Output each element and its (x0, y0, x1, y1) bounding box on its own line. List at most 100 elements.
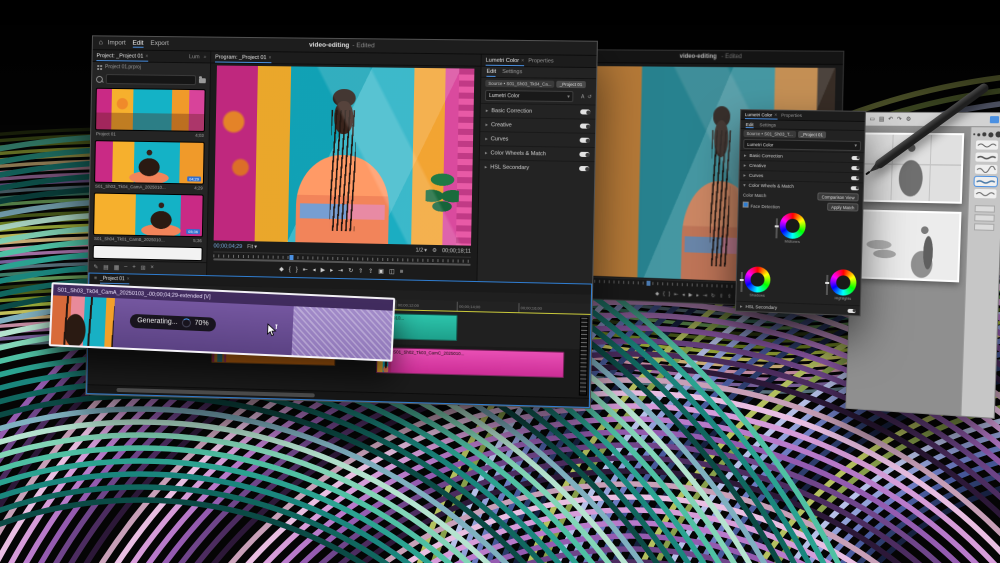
mark-out-icon[interactable]: } (296, 267, 298, 273)
color-wheel[interactable] (779, 212, 806, 239)
bin-item-partial[interactable] (93, 245, 203, 261)
color-wheel[interactable] (744, 266, 770, 293)
section-toggle[interactable] (851, 176, 859, 180)
tab-properties[interactable]: Properties (781, 111, 802, 120)
project-chip[interactable]: _Project 01 (798, 131, 826, 138)
tab-properties[interactable]: Properties (528, 55, 554, 66)
tab-lumetri-color[interactable]: Lumetri Color× (745, 110, 777, 119)
playhead[interactable] (647, 281, 651, 286)
tab-lumetri-overflow[interactable]: Lum (189, 54, 200, 60)
delete-icon[interactable]: × (150, 265, 154, 271)
wheel-slider[interactable] (826, 274, 829, 294)
mark-out-icon[interactable]: } (669, 292, 671, 298)
source-chip[interactable]: Source • S01_Sh03_Tk04_Ca... (485, 80, 554, 88)
close-icon[interactable]: × (268, 55, 271, 61)
source-chip[interactable]: Source • S01_Sh03_T... (743, 130, 795, 138)
search-input[interactable] (106, 74, 196, 85)
storyboard-frame-1[interactable] (859, 132, 964, 203)
extract-icon[interactable]: ⇪ (368, 268, 373, 275)
layers-icon[interactable]: ▤ (879, 116, 885, 123)
mark-in-icon[interactable]: { (289, 266, 291, 272)
monitor-settings-icon[interactable]: ⚙ (432, 248, 437, 254)
playback-resolution-dropdown[interactable]: 1/2▾ (415, 248, 427, 254)
button-editor-icon[interactable]: ≡ (400, 269, 404, 275)
section-toggle[interactable] (580, 124, 590, 129)
storyboard-frame-2[interactable] (856, 209, 961, 282)
brush-preset-5[interactable] (974, 189, 997, 199)
brush-size-dots[interactable] (973, 131, 1000, 137)
zoom-out-icon[interactable]: – (124, 264, 127, 270)
lumetri-preset-dropdown[interactable]: Lumetri Color ▾ (485, 90, 574, 102)
tab-sequence[interactable]: _Project 01 × (100, 274, 130, 285)
face-detection-checkbox[interactable]: Face Detection (743, 201, 780, 209)
comparison-view-button[interactable]: Comparison View (818, 192, 859, 201)
play-icon[interactable]: ▶ (689, 292, 693, 298)
lift-icon[interactable]: ⇧ (719, 293, 723, 299)
brush-preset-2[interactable] (975, 152, 998, 161)
brush-preset-1[interactable] (976, 140, 999, 149)
loop-icon[interactable]: ↻ (711, 293, 715, 299)
close-icon[interactable]: × (127, 276, 130, 282)
brush-options[interactable] (974, 205, 995, 231)
menu-edit[interactable]: Edit (132, 39, 143, 47)
reset-icon[interactable]: ↺ (587, 94, 591, 100)
wheel-slider[interactable] (775, 218, 778, 238)
section-toggle[interactable] (579, 166, 589, 171)
share-button[interactable] (990, 116, 999, 123)
redo-icon[interactable]: ↷ (897, 116, 902, 123)
folder-icon[interactable] (199, 78, 206, 83)
panel-menu-icon[interactable]: ≡ (94, 276, 97, 282)
tab-project[interactable]: Project: _Project 01 × (96, 50, 148, 61)
loop-icon[interactable]: ↻ (348, 267, 353, 274)
tab-edit[interactable]: Edit (746, 120, 754, 128)
new-bin-icon[interactable]: ⊞ (141, 264, 146, 271)
eraser-tool-icon[interactable]: ▭ (869, 116, 875, 123)
step-forward-icon[interactable]: ▸ (330, 267, 333, 274)
home-icon[interactable]: ⌂ (99, 39, 103, 46)
menu-export[interactable]: Export (150, 39, 169, 47)
lift-icon[interactable]: ⇧ (358, 267, 363, 274)
list-view-icon[interactable]: ▤ (103, 263, 109, 270)
zoom-level-dropdown[interactable]: Fit▾ (247, 244, 257, 250)
go-to-out-icon[interactable]: ⇥ (338, 267, 343, 274)
section-toggle[interactable] (851, 166, 859, 170)
close-icon[interactable]: × (774, 112, 777, 118)
comparison-view-icon[interactable]: ◫ (389, 268, 395, 275)
add-marker-icon[interactable]: ◆ (655, 291, 659, 297)
export-frame-icon[interactable]: ▣ (378, 268, 384, 275)
color-wheel[interactable] (830, 269, 857, 296)
mark-in-icon[interactable]: { (663, 291, 665, 297)
extract-icon[interactable]: ⇪ (727, 294, 731, 300)
section-toggle[interactable] (580, 138, 590, 143)
go-to-in-icon[interactable]: ⇤ (674, 292, 678, 298)
step-back-icon[interactable]: ◂ (313, 266, 316, 273)
bin-breadcrumb[interactable]: Project 01.prproj (92, 62, 210, 73)
brush-preset-3[interactable] (975, 165, 998, 174)
wheel-slider[interactable] (740, 272, 742, 292)
section-toggle[interactable] (852, 155, 860, 159)
settings-icon[interactable]: ⚙ (906, 116, 912, 123)
bin-item[interactable]: 04;29 S01_Sh03_Tk04_CamA_2025010...4;29 (94, 140, 205, 192)
bin-item[interactable]: Project 014;03 (95, 88, 206, 140)
tab-edit[interactable]: Edit (486, 67, 496, 77)
apply-match-button[interactable]: Apply Match (827, 203, 858, 212)
add-marker-icon[interactable]: ◆ (279, 266, 284, 273)
timeline-clip-magenta[interactable]: S01_Sh02_Tk03_CamC_2025010... (376, 347, 564, 378)
section-toggle[interactable] (851, 186, 859, 190)
go-to-out-icon[interactable]: ⇥ (703, 293, 707, 299)
tab-settings[interactable]: Settings (759, 122, 776, 127)
tab-settings[interactable]: Settings (502, 69, 522, 75)
section-toggle[interactable] (848, 308, 856, 312)
section-toggle[interactable] (580, 109, 590, 114)
section-toggle[interactable] (579, 152, 589, 157)
edit-pencil-icon[interactable]: ✎ (93, 263, 98, 270)
zoom-in-icon[interactable]: + (132, 265, 136, 271)
play-icon[interactable]: ▶ (321, 267, 326, 274)
undo-icon[interactable]: ↶ (888, 116, 893, 123)
bin-item[interactable]: 05;36 S01_Sh04_Tk01_CamB_2025010...5;36 (93, 193, 204, 246)
step-forward-icon[interactable]: ▸ (696, 293, 699, 299)
lumetri-section-row[interactable]: ▸ HSL Secondary (479, 159, 594, 175)
auto-icon[interactable]: A (581, 94, 585, 100)
scrollbar-handle[interactable] (117, 388, 315, 397)
grid-view-icon[interactable]: ▦ (114, 264, 120, 271)
